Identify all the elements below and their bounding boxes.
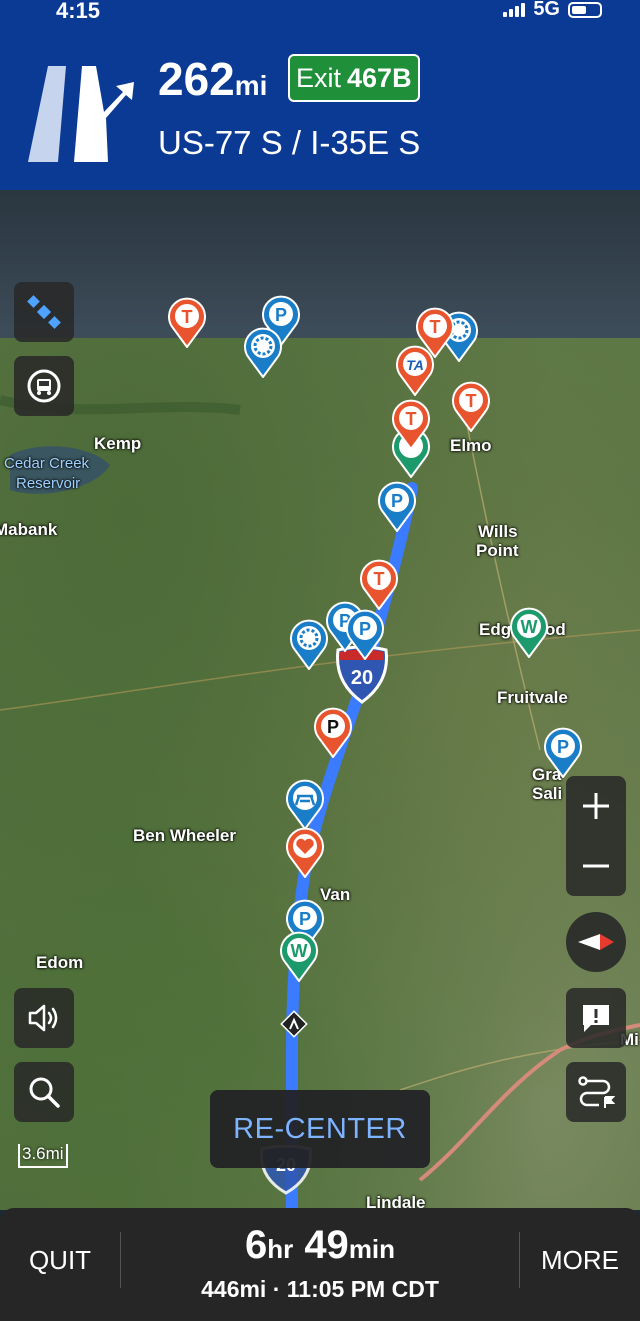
- svg-text:P: P: [327, 717, 339, 737]
- satellite-layer-button[interactable]: [14, 282, 74, 342]
- walmart-pin[interactable]: W: [508, 606, 550, 659]
- place-label: Point: [476, 541, 519, 560]
- place-label: Edg: [479, 620, 512, 639]
- compass-button[interactable]: [566, 912, 626, 972]
- hours-unit: hr: [267, 1234, 294, 1264]
- report-button[interactable]: [566, 988, 626, 1048]
- quit-button[interactable]: QUIT: [0, 1208, 120, 1313]
- svg-text:P: P: [391, 491, 403, 511]
- shield-number: 20: [351, 667, 373, 689]
- satellite-icon: [27, 295, 61, 329]
- truckstop-pin[interactable]: T: [166, 296, 208, 349]
- svg-text:W: W: [521, 617, 538, 637]
- hours-value: 6: [244, 1223, 268, 1267]
- svg-text:W: W: [291, 941, 308, 961]
- place-label: Fruitvale: [497, 688, 568, 707]
- search-button[interactable]: [14, 1062, 74, 1122]
- truckstop-pin[interactable]: T: [390, 398, 432, 451]
- svg-text:T: T: [406, 409, 417, 429]
- parking-pin[interactable]: P: [376, 480, 418, 533]
- zoom-in-button[interactable]: [566, 776, 626, 836]
- trip-summary-bar: QUIT 6hr 49min 446mi · 11:05 PM CDT MORE: [0, 1208, 640, 1321]
- parking-pin[interactable]: P: [542, 726, 584, 779]
- minus-icon: [583, 864, 609, 868]
- svg-text:P: P: [557, 737, 569, 757]
- place-label: Sali: [532, 784, 563, 803]
- plus-icon: [583, 793, 609, 819]
- search-icon: [29, 1077, 60, 1108]
- paid-parking-pin[interactable]: P: [312, 706, 354, 759]
- status-time: 4:15: [56, 0, 101, 23]
- route-icon: [578, 1076, 615, 1108]
- minutes-value: 49: [304, 1223, 349, 1267]
- keep-right-turn-icon: [28, 66, 134, 162]
- battery-icon: [568, 1, 602, 18]
- svg-text:T: T: [466, 391, 477, 411]
- distance-value: 262: [158, 53, 235, 105]
- water-label: Reservoir: [16, 475, 81, 492]
- traffic-view-button[interactable]: [14, 356, 74, 416]
- svg-text:P: P: [299, 909, 311, 929]
- status-indicators: 5G: [503, 0, 602, 21]
- svg-text:T: T: [374, 569, 385, 589]
- voice-volume-button[interactable]: [14, 988, 74, 1048]
- message-alert-icon: [583, 1005, 609, 1032]
- place-label: Ben Wheeler: [133, 826, 236, 845]
- place-label: Kemp: [94, 434, 142, 453]
- speaker-icon: [28, 1004, 58, 1032]
- water-label: Cedar Creek: [4, 455, 90, 472]
- truck-wash-pin[interactable]: [288, 618, 330, 671]
- maneuver-distance: 262mi: [158, 52, 267, 106]
- svg-text:P: P: [359, 619, 371, 639]
- remaining-time: 6hr 49min: [120, 1222, 520, 1272]
- exit-badge: Exit 467B: [288, 54, 420, 102]
- truckstop-pin[interactable]: T: [450, 380, 492, 433]
- svg-text:T: T: [182, 307, 193, 327]
- more-button[interactable]: MORE: [520, 1208, 640, 1313]
- navigation-banner: 4:15 5G 262mi Exit 467B US-77 S / I-35E …: [0, 0, 640, 190]
- eta-panel[interactable]: 6hr 49min 446mi · 11:05 PM CDT: [120, 1222, 520, 1303]
- rest-area-pin[interactable]: [284, 778, 326, 831]
- network-label: 5G: [533, 0, 560, 20]
- zoom-controls: [566, 776, 626, 896]
- zoom-out-button[interactable]: [566, 836, 626, 896]
- place-label: Elmo: [450, 436, 492, 455]
- walmart-pin[interactable]: W: [278, 930, 320, 983]
- svg-text:P: P: [275, 305, 287, 325]
- distance-unit: mi: [234, 70, 268, 101]
- map-scale: 3.6mi: [18, 1144, 68, 1168]
- truck-wash-pin[interactable]: [242, 326, 284, 379]
- svg-text:T: T: [430, 317, 441, 337]
- distance-arrival: 446mi · 11:05 PM CDT: [201, 1276, 439, 1302]
- road-name: US-77 S / I-35E S: [158, 124, 421, 161]
- compass-icon: [578, 934, 614, 950]
- place-label: Mabank: [0, 520, 58, 539]
- ta-truckstop-pin[interactable]: TA: [394, 344, 436, 397]
- recenter-button[interactable]: RE-CENTER: [210, 1090, 430, 1168]
- parking-pin[interactable]: P: [344, 608, 386, 661]
- signal-icon: [503, 2, 526, 17]
- svg-text:TA: TA: [406, 357, 424, 373]
- exit-number: 467B: [347, 62, 412, 93]
- exit-label: Exit: [296, 62, 342, 93]
- minutes-unit: min: [348, 1234, 396, 1264]
- construction-icon: [280, 1010, 308, 1038]
- map-view[interactable]: Kemp Cedar Creek Reservoir Mabank Elmo W…: [0, 190, 640, 1210]
- place-label: Wills: [478, 522, 518, 541]
- place-label: Edom: [36, 953, 84, 972]
- loves-pin[interactable]: [284, 826, 326, 879]
- route-options-button[interactable]: [566, 1062, 626, 1122]
- truck-circle-icon: [27, 369, 61, 403]
